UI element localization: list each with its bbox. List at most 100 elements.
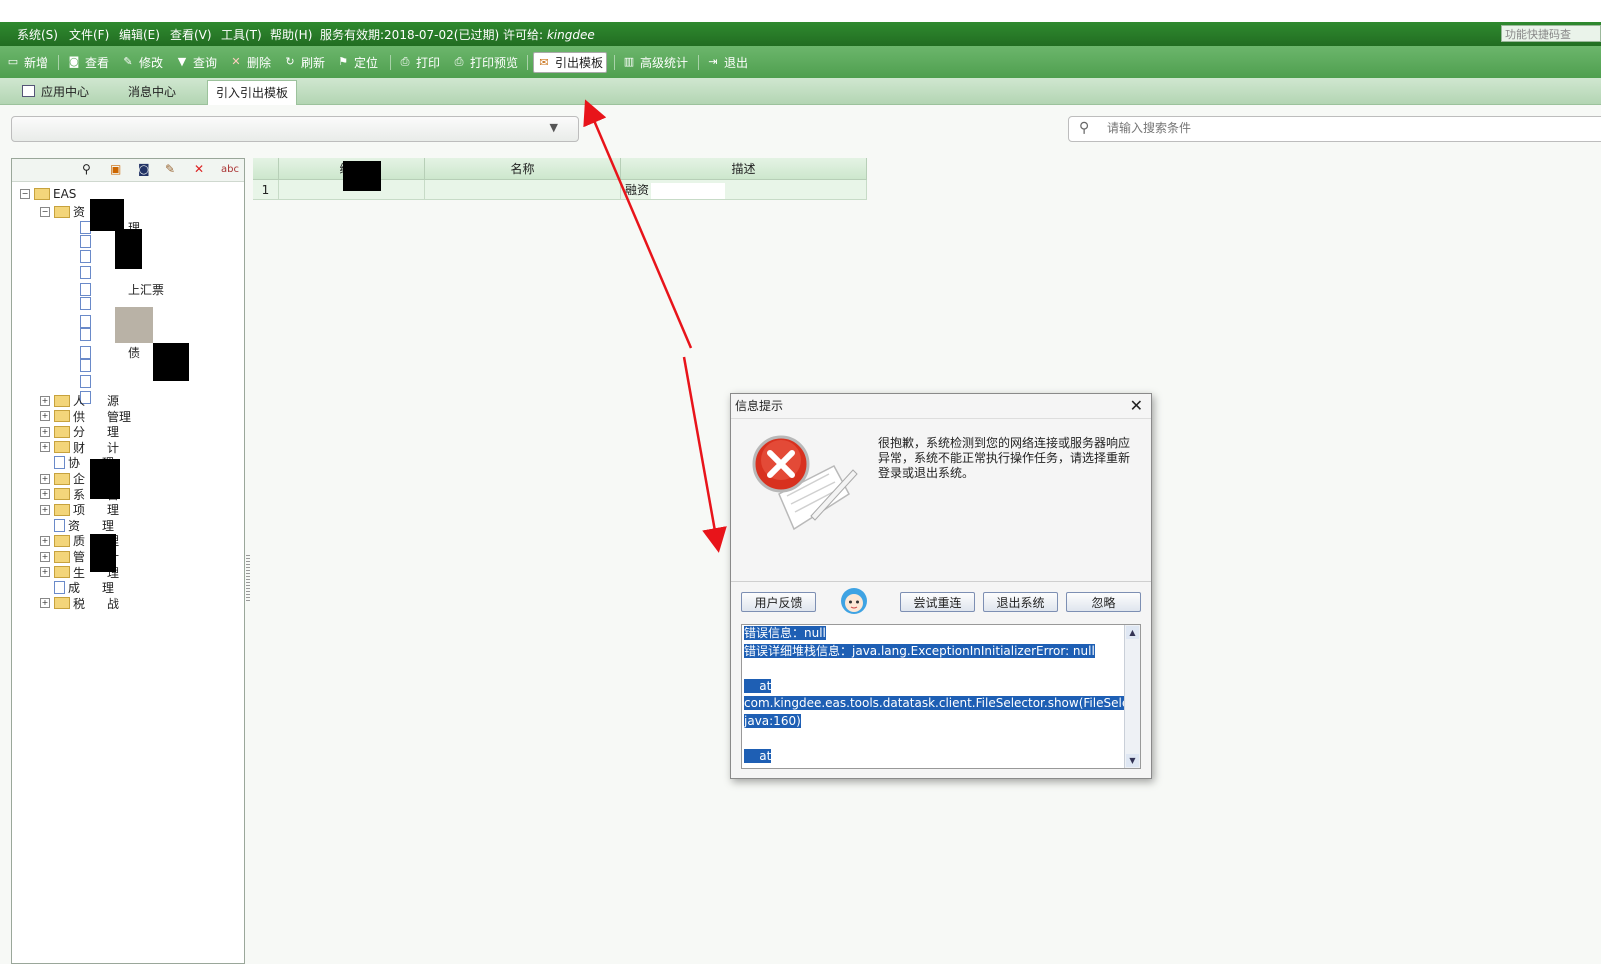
- expand-icon[interactable]: +: [40, 567, 50, 578]
- expand-icon[interactable]: +: [40, 489, 50, 500]
- delete-button[interactable]: ✕ 删除: [229, 53, 271, 71]
- search-box[interactable]: ⚲: [1068, 116, 1601, 142]
- tree-leaf[interactable]: [80, 375, 94, 388]
- menu-help[interactable]: 帮助(H): [270, 26, 312, 43]
- menu-file[interactable]: 文件(F): [69, 26, 109, 43]
- print-preview-button[interactable]: ⎙ 打印预览: [452, 53, 518, 71]
- advanced-stats-button[interactable]: ▥ 高级统计: [622, 53, 688, 71]
- tree-leaf[interactable]: [80, 234, 94, 248]
- tree-leaf-label: 上汇票: [128, 283, 165, 298]
- expand-icon[interactable]: +: [40, 598, 50, 609]
- grid-header-name[interactable]: 名称: [425, 158, 621, 180]
- expand-icon[interactable]: +: [40, 473, 50, 484]
- folder-icon: [54, 441, 70, 454]
- panel-splitter[interactable]: [246, 555, 250, 603]
- tree-node[interactable]: + 分 理: [40, 423, 119, 440]
- tree-node[interactable]: 成理: [40, 579, 114, 596]
- grid-cell-name[interactable]: [425, 180, 621, 200]
- grid-row-number[interactable]: 1: [253, 180, 279, 200]
- view-button[interactable]: ◙ 查看: [67, 53, 109, 71]
- chevron-down-icon[interactable]: ▼: [550, 121, 558, 134]
- scroll-up-icon[interactable]: ▲: [1126, 626, 1139, 639]
- error-line[interactable]: java:160): [744, 713, 1122, 731]
- edit-button[interactable]: ✎ 修改: [121, 53, 163, 71]
- error-line-text: 错误详细堆栈信息：java.lang.ExceptionInInitialize…: [744, 643, 1095, 658]
- tree-code-icon[interactable]: abc: [221, 164, 239, 175]
- tree-node-label-tail: 理: [102, 518, 115, 533]
- tree-node[interactable]: + 供 管理: [40, 408, 131, 425]
- tree-node[interactable]: + 人 源: [40, 392, 119, 409]
- tab-message-center[interactable]: 消息中心: [128, 82, 176, 103]
- collapse-icon[interactable]: −: [20, 189, 30, 199]
- tree-node[interactable]: + 财 计: [40, 439, 119, 456]
- tab-import-export-template[interactable]: 引入引出模板: [207, 80, 298, 105]
- tree-node[interactable]: + 项 理: [40, 501, 119, 518]
- tree-delete-icon[interactable]: ✕: [194, 162, 204, 176]
- export-template-button[interactable]: ✉ 引出模板: [533, 52, 608, 73]
- exit-system-button[interactable]: 退出系统: [983, 592, 1058, 612]
- expand-icon[interactable]: +: [40, 442, 50, 453]
- expand-icon[interactable]: +: [40, 411, 50, 422]
- tree-view-icon[interactable]: ◙: [138, 162, 150, 176]
- tree-search-icon[interactable]: ⚲: [82, 162, 91, 176]
- support-mascot-icon[interactable]: [839, 586, 869, 616]
- menu-system[interactable]: 系统(S): [17, 26, 58, 43]
- tree-node[interactable]: 资理: [40, 517, 114, 534]
- error-detail-text[interactable]: 错误信息：null 错误详细堆栈信息：java.lang.ExceptionInI…: [744, 625, 1140, 766]
- refresh-button[interactable]: ↻ 刷新: [283, 53, 325, 71]
- error-detail-box[interactable]: 错误信息：null 错误详细堆栈信息：java.lang.ExceptionInI…: [741, 624, 1141, 769]
- retry-button[interactable]: 尝试重连: [900, 592, 975, 612]
- filter-combo[interactable]: ▼: [11, 116, 579, 142]
- delete-label: 删除: [247, 55, 272, 70]
- tree-leaf[interactable]: [80, 265, 94, 279]
- locate-button[interactable]: ⚑ 定位: [336, 53, 378, 71]
- scroll-down-icon[interactable]: ▼: [1126, 754, 1139, 767]
- collapse-icon[interactable]: −: [40, 206, 50, 217]
- new-button[interactable]: ▭ 新增: [6, 53, 48, 71]
- close-icon[interactable]: ✕: [1130, 394, 1143, 418]
- new-icon: ▭: [7, 55, 19, 68]
- print-button[interactable]: ⎙ 打印: [398, 53, 440, 71]
- tab-app-center-label: 应用中心: [41, 85, 90, 99]
- tree-node[interactable]: − 资: [40, 203, 85, 220]
- expand-icon[interactable]: +: [40, 551, 50, 562]
- error-line[interactable]: 错误详细堆栈信息：java.lang.ExceptionInInitialize…: [744, 643, 1122, 661]
- tree-node-root[interactable]: − EAS: [20, 187, 76, 201]
- quick-code-input[interactable]: 功能快捷码查: [1501, 25, 1601, 42]
- error-line[interactable]: 错误信息：null: [744, 625, 1122, 643]
- feedback-button[interactable]: 用户反馈: [741, 592, 816, 612]
- redaction-block: [115, 307, 153, 343]
- tree-node-label: 财: [73, 440, 86, 455]
- tree-leaf[interactable]: [80, 250, 94, 264]
- query-label: 查询: [193, 55, 218, 70]
- menu-view[interactable]: 查看(V): [170, 26, 212, 43]
- error-line[interactable]: at: [744, 678, 1122, 696]
- error-line-text: 错误信息：null: [744, 626, 826, 640]
- expand-icon[interactable]: +: [40, 426, 50, 437]
- error-line[interactable]: com.kingdee.eas.tools.datatask.client.Fi…: [744, 695, 1140, 713]
- query-button[interactable]: ▼ 查询: [175, 53, 217, 71]
- menu-tools[interactable]: 工具(T): [221, 26, 262, 43]
- exit-icon: ⇥: [708, 55, 718, 68]
- error-line[interactable]: [744, 660, 1122, 678]
- tree-leaf[interactable]: [80, 297, 94, 310]
- tree-leaf[interactable]: 债: [80, 344, 140, 361]
- error-line[interactable]: [744, 731, 1122, 749]
- search-input[interactable]: [1105, 120, 1509, 136]
- exit-button[interactable]: ⇥ 退出: [706, 53, 748, 71]
- tree-edit-icon[interactable]: ✎: [165, 162, 175, 176]
- vertical-scrollbar[interactable]: ▲ ▼: [1124, 625, 1140, 768]
- tree-leaf[interactable]: [80, 328, 94, 342]
- tab-app-center[interactable]: 应用中心: [22, 82, 89, 103]
- ignore-button[interactable]: 忽略: [1066, 592, 1141, 612]
- expand-icon[interactable]: +: [40, 395, 50, 406]
- grid-header-desc[interactable]: 描述: [621, 158, 867, 180]
- tree-node[interactable]: + 税 战: [40, 595, 119, 612]
- tree-new-icon[interactable]: ▣: [110, 162, 121, 176]
- tree-leaf[interactable]: 上汇票: [80, 281, 164, 298]
- expand-icon[interactable]: +: [40, 535, 50, 546]
- menu-edit[interactable]: 编辑(E): [119, 26, 160, 43]
- expand-icon[interactable]: +: [40, 504, 50, 515]
- tree-leaf[interactable]: [80, 359, 94, 373]
- error-line[interactable]: at: [744, 748, 1122, 766]
